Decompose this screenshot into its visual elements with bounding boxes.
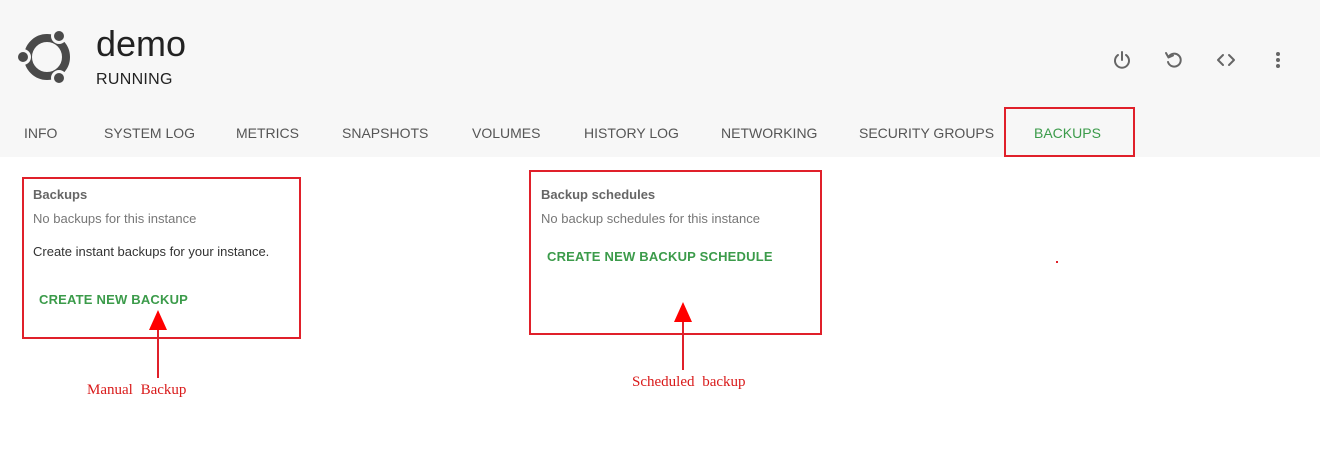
scheduled-backup-annotation: Scheduled backup — [632, 374, 746, 390]
tab-history-log[interactable]: HISTORY LOG — [584, 107, 679, 157]
backups-title: Backups — [33, 187, 88, 202]
manual-backup-arrow — [149, 310, 167, 378]
more-options-button[interactable] — [1264, 46, 1292, 74]
backups-empty-text: No backups for this instance — [33, 211, 197, 226]
instance-actions — [1108, 46, 1316, 74]
tab-volumes[interactable]: VOLUMES — [472, 107, 540, 157]
instance-name: demo — [96, 23, 187, 64]
schedules-empty-text: No backup schedules for this instance — [541, 211, 760, 226]
tab-security-groups[interactable]: SECURITY GROUPS — [859, 107, 994, 157]
manual-backup-annotation: Manual Backup — [87, 382, 187, 398]
tab-system-log[interactable]: SYSTEM LOG — [104, 107, 195, 157]
create-new-backup-button[interactable]: CREATE NEW BACKUP — [39, 292, 188, 307]
code-icon — [1217, 54, 1235, 66]
console-button[interactable] — [1212, 46, 1240, 74]
schedules-title: Backup schedules — [541, 187, 656, 202]
power-button[interactable] — [1108, 46, 1136, 74]
instance-status: RUNNING — [96, 71, 173, 88]
stray-mark — [1056, 261, 1058, 263]
tab-metrics[interactable]: METRICS — [236, 107, 299, 157]
tab-highlight-box — [1004, 107, 1135, 157]
create-new-backup-schedule-button[interactable]: CREATE NEW BACKUP SCHEDULE — [547, 249, 773, 264]
scheduled-backup-arrow — [674, 302, 692, 370]
restart-icon — [1165, 52, 1182, 68]
tab-info[interactable]: INFO — [24, 107, 57, 157]
more-vertical-icon — [1276, 52, 1280, 68]
power-icon — [1114, 51, 1130, 69]
tab-networking[interactable]: NETWORKING — [721, 107, 817, 157]
restart-button[interactable] — [1160, 46, 1188, 74]
ubuntu-logo-icon — [16, 28, 70, 86]
backups-description: Create instant backups for your instance… — [33, 244, 270, 259]
tab-snapshots[interactable]: SNAPSHOTS — [342, 107, 428, 157]
